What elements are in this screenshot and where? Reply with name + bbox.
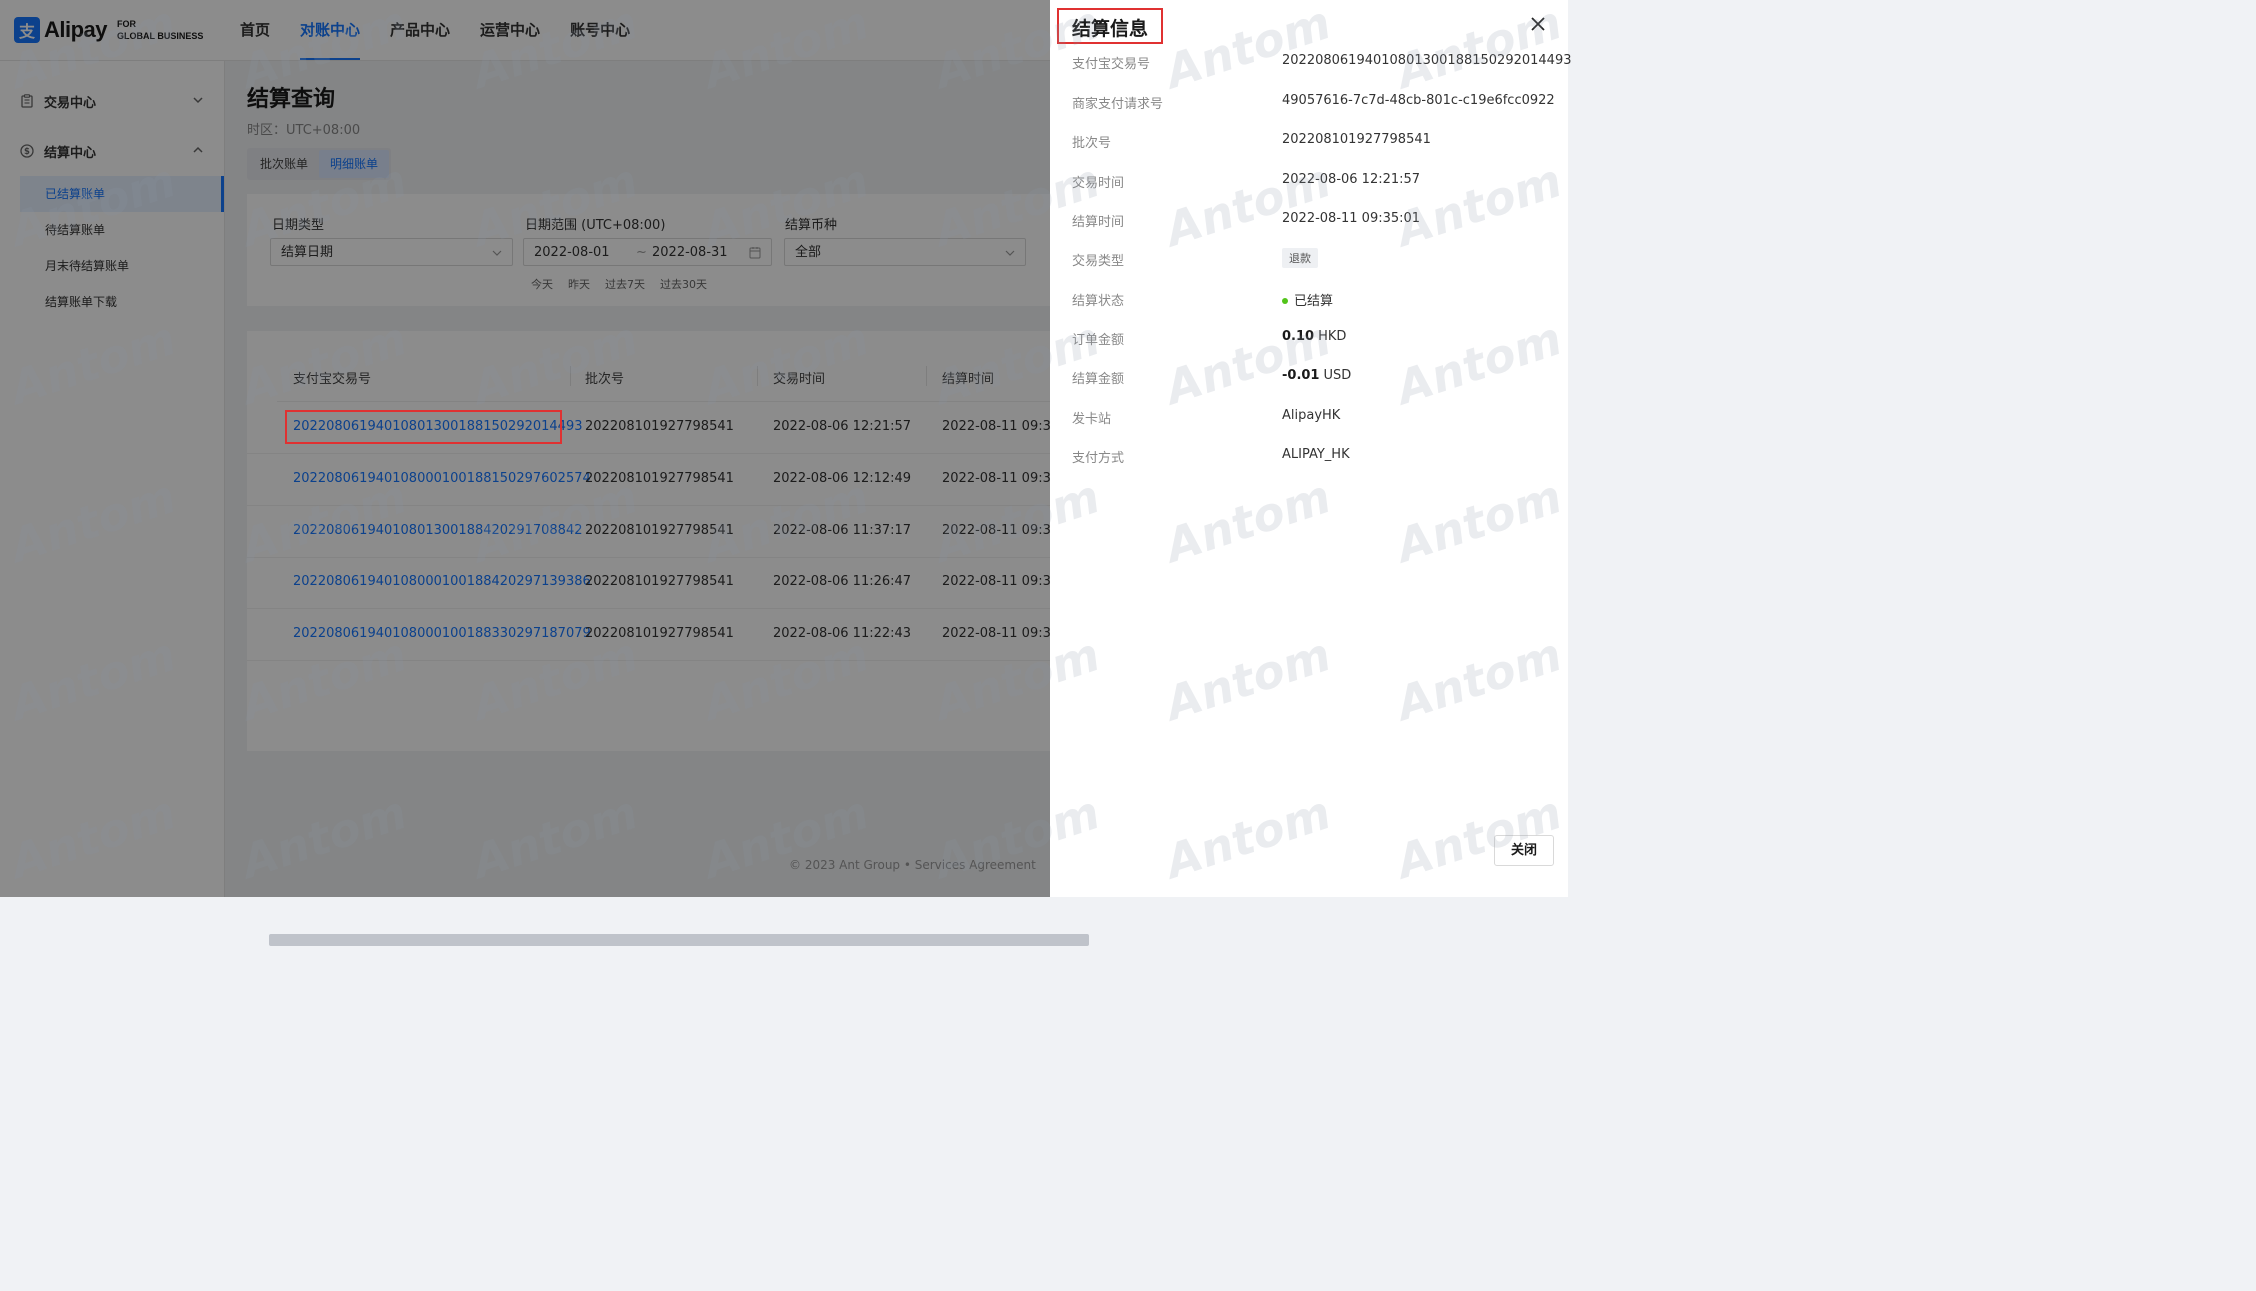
field-label: 支付方式 bbox=[1072, 451, 1125, 466]
field-issuer: AlipayHK bbox=[1282, 408, 1341, 423]
close-button[interactable]: 关闭 bbox=[1494, 835, 1554, 866]
app-root: 支 Alipay FOR GLOBAL BUSINESS 首页 对账中心 产品中… bbox=[0, 0, 1572, 946]
field-trade-no: 2022080619401080130018815029201​4493 bbox=[1282, 53, 1572, 68]
order-amount-value: 0.10 bbox=[1282, 329, 1315, 344]
field-label: 商家支付请求号 bbox=[1072, 97, 1164, 112]
field-label: 支付宝交易号 bbox=[1072, 57, 1151, 72]
trade-type-tag: 退款 bbox=[1282, 248, 1318, 268]
close-icon[interactable] bbox=[1528, 14, 1548, 34]
field-label: 结算时间 bbox=[1072, 215, 1125, 230]
drawer-title: 结算信息 bbox=[1072, 18, 1149, 40]
settle-amount-currency: USD bbox=[1323, 368, 1352, 383]
field-payment-method: ALIPAY_HK bbox=[1282, 447, 1350, 462]
field-order-amount: 0.10 HKD bbox=[1282, 329, 1346, 344]
settlement-info-drawer: 结算信息 支付宝交易号 2022080619401080130018815029… bbox=[1050, 0, 1572, 897]
field-label: 交易时间 bbox=[1072, 176, 1125, 191]
status-dot bbox=[1282, 297, 1288, 304]
field-label: 订单金额 bbox=[1072, 333, 1125, 348]
order-amount-currency: HKD bbox=[1318, 329, 1347, 344]
field-trade-time: 2022-08-06 12:21:57 bbox=[1282, 172, 1421, 187]
field-settle-status: 已结算 bbox=[1282, 290, 1333, 309]
field-label: 结算金额 bbox=[1072, 372, 1125, 387]
field-settle-amount: -0.01 USD bbox=[1282, 368, 1351, 383]
field-settle-time: 2022-08-11 09:35:01 bbox=[1282, 211, 1421, 226]
status-text: 已结算 bbox=[1294, 294, 1334, 309]
highlight-box bbox=[285, 410, 562, 444]
field-label: 批次号 bbox=[1072, 136, 1112, 151]
field-label: 结算状态 bbox=[1072, 294, 1125, 309]
field-label: 发卡站 bbox=[1072, 412, 1112, 427]
field-batch-no: 202208101927798541 bbox=[1282, 132, 1431, 147]
field-trade-type: 退款 bbox=[1282, 248, 1318, 268]
settle-amount-value: -0.01 bbox=[1282, 368, 1320, 383]
field-merchant-request-no: 49057616-7c7d-48cb-801c-c19e6fcc0922 bbox=[1282, 93, 1555, 108]
table-horizontal-scrollbar[interactable] bbox=[269, 934, 1089, 946]
field-label: 交易类型 bbox=[1072, 254, 1125, 269]
